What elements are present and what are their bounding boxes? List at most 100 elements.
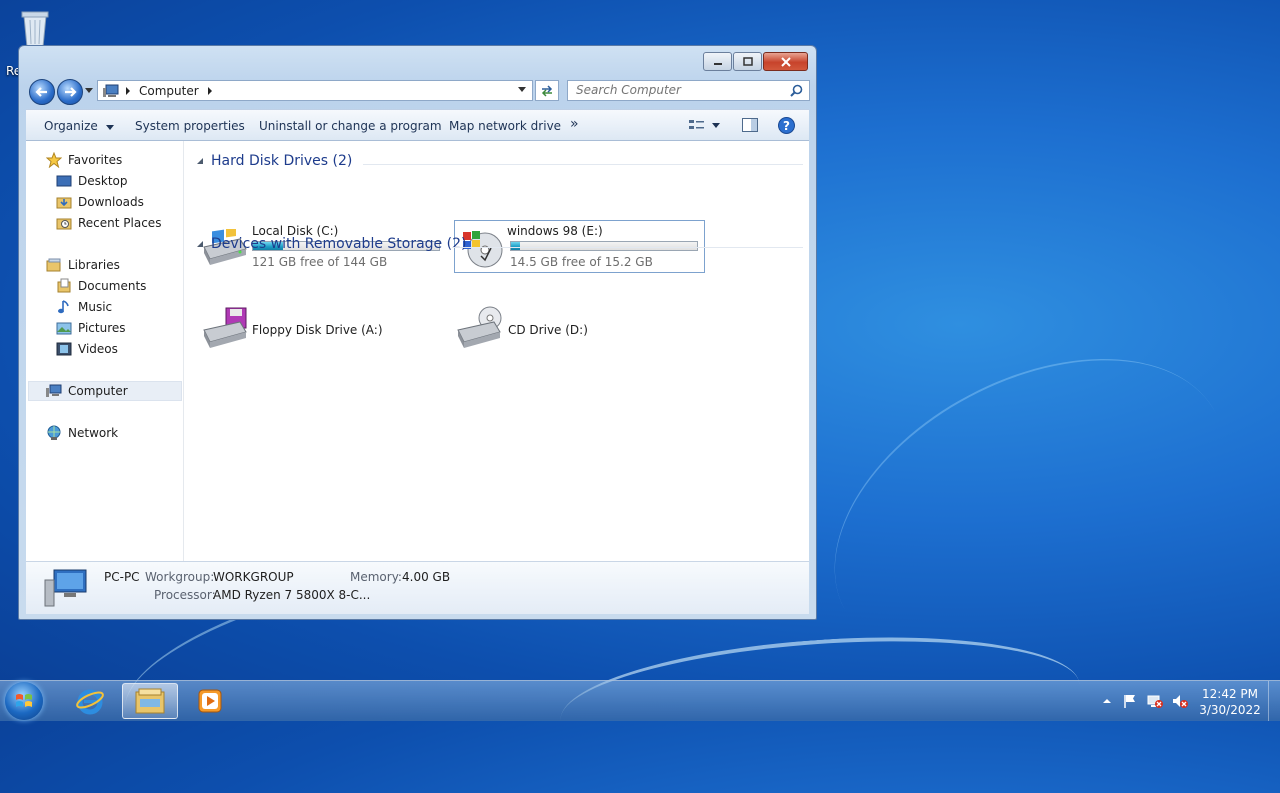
music-note-icon (58, 300, 69, 314)
nav-recent-places-label: Recent Places (78, 216, 162, 230)
group-removable-label: Devices with Removable Storage (2) (211, 236, 467, 252)
maximize-icon (742, 57, 753, 66)
maximize-button[interactable] (733, 52, 762, 71)
group-hard-disk-drives[interactable]: Hard Disk Drives (2) (196, 153, 352, 169)
breadcrumb-chevron-icon[interactable] (207, 86, 213, 95)
group-removable-storage[interactable]: Devices with Removable Storage (2) (196, 236, 466, 252)
drive-d[interactable]: CD Drive (D:) (454, 306, 704, 356)
nav-computer-label: Computer (68, 384, 128, 398)
view-options-icon (689, 120, 720, 129)
star-icon (46, 152, 62, 168)
processor-label: Processor: (154, 588, 216, 602)
uninstall-program-button[interactable]: Uninstall or change a program (259, 119, 442, 133)
explorer-window: Computer Organize System properties Unin… (18, 45, 817, 620)
nav-pictures-label: Pictures (78, 321, 126, 335)
floppy-drive-icon (203, 307, 247, 348)
nav-videos[interactable]: Videos (56, 339, 118, 359)
navigation-pane: Favorites Desktop Downloads Recent Place… (26, 141, 184, 561)
group-divider (363, 164, 803, 165)
search-input[interactable] (568, 81, 786, 98)
computer-small-icon (103, 84, 119, 97)
close-button[interactable] (763, 52, 808, 71)
cd-drive-icon (457, 306, 502, 348)
taskbar-internet-explorer[interactable] (62, 683, 118, 719)
drive-a[interactable]: Floppy Disk Drive (A:) (200, 306, 450, 356)
drive-e-free-space: 14.5 GB free of 15.2 GB (510, 255, 653, 269)
start-button[interactable] (5, 682, 43, 720)
drive-d-name: CD Drive (D:) (508, 323, 588, 337)
system-properties-button[interactable]: System properties (135, 119, 245, 133)
recent-pages-dropdown-icon[interactable] (85, 88, 93, 94)
taskbar-media-player[interactable] (182, 683, 238, 719)
network-disconnected-icon[interactable] (1147, 693, 1163, 709)
command-bar: Organize System properties Uninstall or … (26, 109, 809, 141)
nav-network-label: Network (68, 426, 119, 440)
nav-computer[interactable]: Computer (46, 381, 128, 401)
preview-pane-button[interactable] (742, 118, 758, 135)
address-dropdown-icon[interactable] (518, 87, 526, 93)
nav-videos-label: Videos (78, 342, 118, 356)
clock-date: 3/30/2022 (1199, 703, 1261, 717)
nav-music[interactable]: Music (56, 297, 112, 317)
downloads-folder-icon (56, 197, 72, 209)
address-row: Computer (27, 77, 810, 105)
change-view-button[interactable] (688, 118, 722, 135)
drive-e-usage-bar (510, 241, 698, 251)
nav-music-label: Music (78, 300, 113, 314)
forward-button[interactable] (57, 79, 83, 105)
nav-documents[interactable]: Documents (56, 276, 146, 296)
nav-recent-places[interactable]: Recent Places (56, 213, 161, 233)
drive-e-usage-fill (511, 242, 521, 250)
forward-arrow-icon (65, 87, 77, 97)
nav-favorites-label: Favorites (68, 153, 123, 167)
close-icon (780, 56, 791, 67)
help-button[interactable]: ? (778, 117, 795, 137)
action-center-flag-icon[interactable] (1122, 693, 1138, 709)
back-arrow-icon (35, 87, 47, 97)
refresh-icon (541, 84, 553, 97)
memory-label: Memory: (350, 570, 402, 584)
group-hard-disk-label: Hard Disk Drives (2) (211, 153, 353, 169)
refresh-button[interactable] (535, 80, 559, 101)
drive-e-name: windows 98 (E:) (507, 224, 603, 238)
media-player-icon (198, 689, 222, 713)
search-icon[interactable] (790, 84, 803, 97)
organize-button[interactable]: Organize (44, 119, 114, 133)
drive-a-name: Floppy Disk Drive (A:) (252, 323, 383, 337)
map-network-drive-button[interactable]: Map network drive (449, 119, 561, 133)
nav-network[interactable]: Network (46, 423, 118, 443)
minimize-icon (713, 62, 722, 65)
clock-time: 12:42 PM (1202, 687, 1258, 701)
help-icon: ? (778, 117, 795, 134)
nav-desktop-label: Desktop (78, 174, 128, 188)
processor-value: AMD Ryzen 7 5800X 8-C... (213, 588, 371, 602)
show-desktop-button[interactable] (1268, 681, 1280, 721)
nav-libraries[interactable]: Libraries (46, 255, 120, 275)
nav-favorites[interactable]: Favorites (46, 150, 122, 170)
breadcrumb-chevron-icon[interactable] (125, 86, 131, 95)
network-globe-icon (47, 425, 61, 440)
nav-desktop[interactable]: Desktop (56, 171, 128, 191)
collapse-triangle-icon (197, 241, 203, 247)
address-bar[interactable]: Computer (97, 80, 533, 101)
recycle-bin-icon (21, 11, 49, 48)
memory-value: 4.00 GB (402, 570, 451, 584)
documents-icon (57, 278, 71, 293)
breadcrumb-computer[interactable]: Computer (139, 84, 199, 98)
more-commands-button[interactable]: » (570, 116, 579, 132)
system-clock[interactable]: 12:42 PM 3/30/2022 (1195, 686, 1265, 718)
show-hidden-icons-icon[interactable] (1099, 693, 1115, 709)
nav-pictures[interactable]: Pictures (56, 318, 126, 338)
search-box (567, 80, 810, 101)
collapse-triangle-icon (197, 158, 203, 164)
volume-muted-icon[interactable] (1172, 693, 1188, 709)
minimize-button[interactable] (703, 52, 732, 71)
taskbar-windows-explorer[interactable] (122, 683, 178, 719)
details-pane: PC-PC Workgroup: WORKGROUP Memory: 4.00 … (26, 561, 809, 614)
content-area: Favorites Desktop Downloads Recent Place… (26, 141, 809, 561)
workgroup-value: WORKGROUP (213, 570, 294, 584)
nav-downloads[interactable]: Downloads (56, 192, 144, 212)
back-button[interactable] (29, 79, 55, 105)
explorer-folder-icon (135, 688, 165, 714)
computer-icon (46, 384, 62, 397)
